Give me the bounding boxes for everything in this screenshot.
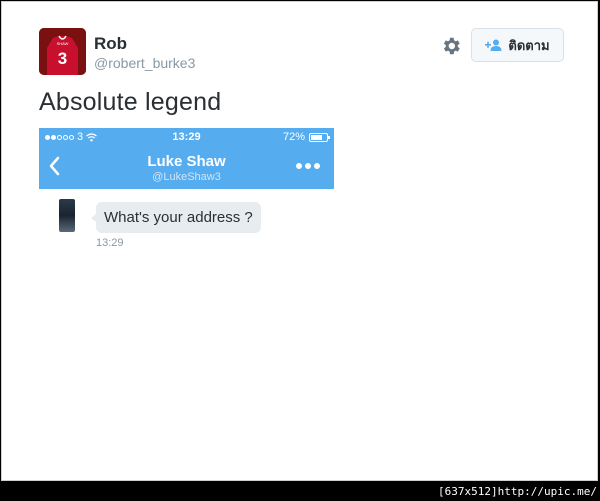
jersey-avatar-image: SHAW 3 [39, 28, 86, 75]
avatar[interactable]: SHAW 3 [39, 28, 86, 75]
tweet-text: Absolute legend [39, 88, 222, 116]
display-name[interactable]: Rob [94, 34, 127, 54]
message-bubble: What's your address ? [91, 202, 261, 233]
tweet-media-screenshot[interactable]: 3 13:29 72% Luke Shaw @LukeShaw3 What's … [39, 128, 334, 253]
battery-level-fill [311, 134, 322, 140]
svg-text:3: 3 [58, 49, 67, 68]
message-timestamp: 13:29 [96, 237, 124, 249]
gear-icon[interactable] [440, 35, 462, 57]
add-user-icon [485, 39, 502, 51]
follow-button-label: ติดตาม [508, 37, 550, 53]
chat-contact-name: Luke Shaw [147, 153, 226, 170]
battery-indicator: 72% [282, 131, 330, 143]
battery-icon [309, 132, 330, 142]
follow-button[interactable]: ติดตาม [471, 28, 564, 62]
message-sender-avatar [59, 199, 75, 232]
image-host-watermark: [637x512]http://upic.me/ [438, 485, 597, 498]
user-handle[interactable]: @robert_burke3 [94, 55, 195, 71]
phone-nav-bar: 3 13:29 72% Luke Shaw @LukeShaw3 [39, 128, 334, 189]
tweet-card: SHAW 3 Rob @robert_burke3 ติดตาม Absolut… [1, 1, 598, 481]
chat-contact-handle: @LukeShaw3 [152, 171, 221, 183]
more-options-icon[interactable] [296, 163, 320, 169]
svg-text:SHAW: SHAW [57, 41, 69, 46]
phone-status-bar: 3 13:29 72% [39, 131, 334, 145]
battery-percent: 72% [282, 131, 305, 143]
